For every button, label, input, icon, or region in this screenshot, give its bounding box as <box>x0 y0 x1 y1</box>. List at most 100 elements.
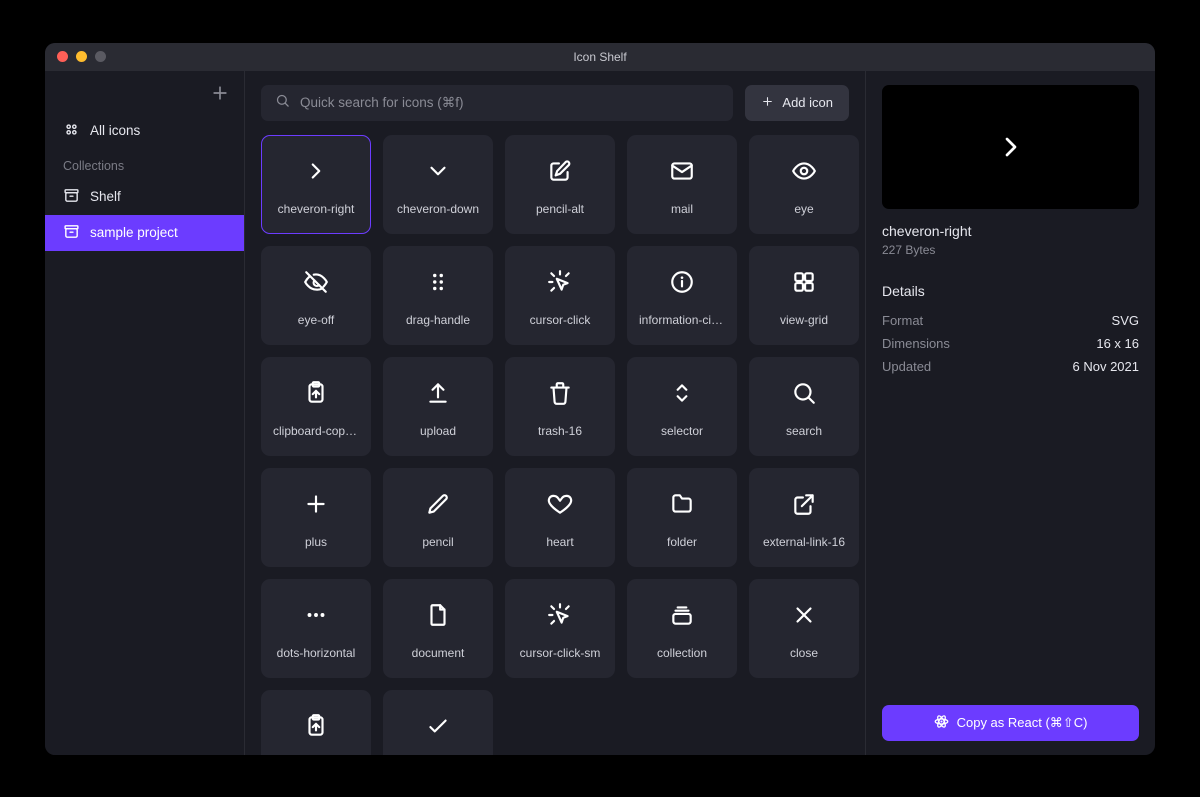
copy-as-react-label: Copy as React (⌘⇧C) <box>957 715 1088 731</box>
icon-tile[interactable]: collection <box>627 579 737 678</box>
icon-tile[interactable]: eye <box>749 135 859 234</box>
icon-tile-label: clipboard-copy-20 <box>267 424 365 438</box>
info-icon <box>669 265 695 299</box>
icon-tile[interactable]: search <box>749 357 859 456</box>
icon-tile-label: plus <box>267 535 365 549</box>
chevron-down-icon <box>425 154 451 188</box>
icon-tile[interactable]: heart <box>505 468 615 567</box>
eye-icon <box>791 154 817 188</box>
icon-tile-label: drag-handle <box>389 313 487 327</box>
icon-tile[interactable]: information-circle <box>627 246 737 345</box>
detail-value: SVG <box>1112 313 1139 328</box>
heart-icon <box>547 487 573 521</box>
icon-tile[interactable]: cheveron-right <box>261 135 371 234</box>
icon-tile-label: upload <box>389 424 487 438</box>
icon-tile[interactable]: dots-horizontal <box>261 579 371 678</box>
icon-tile-label: eye <box>755 202 853 216</box>
sidebar-collection-shelf[interactable]: Shelf <box>45 179 244 215</box>
icon-preview <box>882 85 1139 209</box>
icon-tile[interactable]: pencil-alt <box>505 135 615 234</box>
details-panel: cheveron-right 227 Bytes Details Format … <box>865 71 1155 755</box>
window-minimize-button[interactable] <box>76 51 87 62</box>
icon-tile[interactable]: clipboard-copy <box>261 690 371 755</box>
detail-row-dimensions: Dimensions 16 x 16 <box>882 332 1139 355</box>
document-icon <box>425 598 451 632</box>
detail-value: 16 x 16 <box>1096 336 1139 351</box>
icon-tile[interactable]: mail <box>627 135 737 234</box>
icon-tile-label: search <box>755 424 853 438</box>
icon-tile-label: folder <box>633 535 731 549</box>
icon-tile[interactable]: close <box>749 579 859 678</box>
sidebar-collection-sample-project[interactable]: sample project <box>45 215 244 251</box>
pencil-icon <box>425 487 451 521</box>
sidebar: All icons Collections Shelf sample proje… <box>45 71 245 755</box>
icon-tile-label: information-circle <box>633 313 731 327</box>
pencil-alt-icon <box>547 154 573 188</box>
icon-tile-label: external-link-16 <box>755 535 853 549</box>
grid-icon <box>63 121 80 141</box>
icon-tile-label: document <box>389 646 487 660</box>
icon-tile[interactable]: upload <box>383 357 493 456</box>
collection-icon <box>669 598 695 632</box>
icon-tile-label: collection <box>633 646 731 660</box>
icon-tile[interactable]: pencil <box>383 468 493 567</box>
detail-icon-name: cheveron-right <box>882 223 1139 239</box>
external-link-icon <box>791 487 817 521</box>
icon-tile-label: pencil-alt <box>511 202 609 216</box>
detail-icon-filesize: 227 Bytes <box>882 243 1139 257</box>
icon-tile[interactable]: view-grid <box>749 246 859 345</box>
icon-tile-label: heart <box>511 535 609 549</box>
mail-icon <box>669 154 695 188</box>
detail-key: Dimensions <box>882 336 950 351</box>
window-zoom-button[interactable] <box>95 51 106 62</box>
check-icon <box>425 709 451 743</box>
sidebar-all-icons[interactable]: All icons <box>45 113 244 149</box>
search-icon <box>275 93 290 113</box>
icon-tile[interactable]: check <box>383 690 493 755</box>
icon-tile[interactable]: cursor-click <box>505 246 615 345</box>
icon-tile[interactable]: cursor-click-sm <box>505 579 615 678</box>
icon-tile[interactable]: eye-off <box>261 246 371 345</box>
icon-tile[interactable]: document <box>383 579 493 678</box>
copy-as-react-button[interactable]: Copy as React (⌘⇧C) <box>882 705 1139 741</box>
eye-off-icon <box>303 265 329 299</box>
icon-tile-label: cursor-click-sm <box>511 646 609 660</box>
selector-icon <box>669 376 695 410</box>
archive-icon <box>63 223 80 243</box>
search-icon <box>791 376 817 410</box>
app-window: Icon Shelf All icons Collections Shelf s… <box>45 43 1155 755</box>
icon-tile-label: close <box>755 646 853 660</box>
icon-tile-label: mail <box>633 202 731 216</box>
sidebar-item-label: sample project <box>90 225 178 240</box>
main-panel: Add icon cheveron-right cheveron-down penc… <box>245 71 865 755</box>
titlebar: Icon Shelf <box>45 43 1155 71</box>
icon-tile-label: dots-horizontal <box>267 646 365 660</box>
icon-grid: cheveron-right cheveron-down pencil-alt mai… <box>245 135 865 755</box>
add-collection-button[interactable] <box>210 83 230 103</box>
add-icon-button[interactable]: Add icon <box>745 85 849 121</box>
close-icon <box>791 598 817 632</box>
icon-tile[interactable]: folder <box>627 468 737 567</box>
detail-value: 6 Nov 2021 <box>1073 359 1140 374</box>
icon-tile-label: cheveron-down <box>389 202 487 216</box>
sidebar-item-label: Shelf <box>90 189 121 204</box>
clipboard-copy-icon <box>303 709 329 743</box>
icon-tile[interactable]: external-link-16 <box>749 468 859 567</box>
icon-tile[interactable]: plus <box>261 468 371 567</box>
icon-tile[interactable]: selector <box>627 357 737 456</box>
trash-icon <box>547 376 573 410</box>
clipboard-copy-icon <box>303 376 329 410</box>
icon-tile[interactable]: clipboard-copy-20 <box>261 357 371 456</box>
icon-tile[interactable]: drag-handle <box>383 246 493 345</box>
archive-icon <box>63 187 80 207</box>
window-close-button[interactable] <box>57 51 68 62</box>
icon-tile[interactable]: cheveron-down <box>383 135 493 234</box>
cursor-click-icon <box>547 598 573 632</box>
search-field[interactable] <box>261 85 733 121</box>
icon-tile[interactable]: trash-16 <box>505 357 615 456</box>
toolbar: Add icon <box>245 71 865 135</box>
window-title: Icon Shelf <box>45 50 1155 64</box>
drag-handle-icon <box>425 265 451 299</box>
search-input[interactable] <box>300 95 719 110</box>
icon-tile-label: selector <box>633 424 731 438</box>
